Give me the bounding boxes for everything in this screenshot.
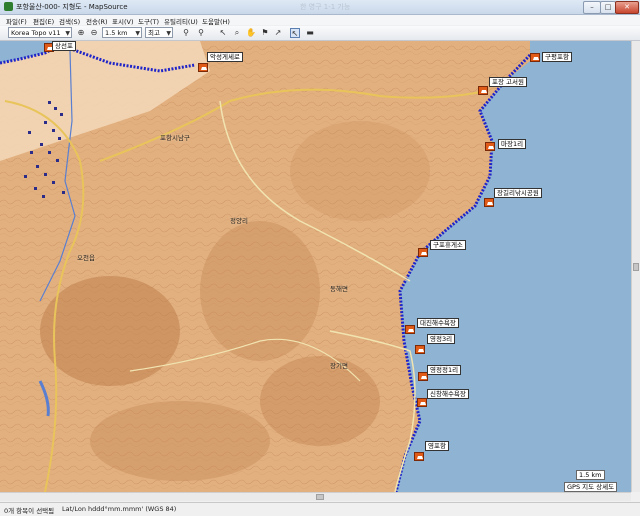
menu-edit[interactable]: 편집(E) <box>33 16 54 26</box>
waypoint-icon[interactable]: ⚑ <box>260 28 270 38</box>
menu-bar: 파일(F) 편집(E) 검색(S) 전송(R) 표시(V) 도구(T) 유틸리티… <box>0 15 640 26</box>
poi-marker[interactable] <box>484 198 494 207</box>
poi-label: 대진해수욕장 <box>417 318 459 328</box>
status-bar: 0개 항목이 선택됨 Lat/Lon hddd°mm.mmm' (WGS 84) <box>0 502 640 516</box>
poi-label: 구포휴게소 <box>430 240 466 250</box>
car-icon <box>417 456 423 459</box>
map-product-value: Korea Topo v11 <box>11 29 61 37</box>
title-bar: 포항울산-000- 지형도 - MapSource 한 영구 1-1 가능 – … <box>0 0 640 15</box>
ghost-title: 한 영구 1-1 가능 <box>300 3 351 11</box>
poi-label: 신창해수욕장 <box>427 389 469 399</box>
poi-marker[interactable] <box>198 63 208 72</box>
poi-label: 마장1리 <box>498 139 527 149</box>
menu-file[interactable]: 파일(F) <box>6 16 27 26</box>
coordinate-format: Lat/Lon hddd°mm.mmm' (WGS 84) <box>62 505 177 513</box>
menu-tools[interactable]: 도구(T) <box>138 16 159 26</box>
place-label: 장기면 <box>330 362 348 370</box>
place-label: 정양리 <box>230 217 248 225</box>
track-icon[interactable]: ▬ <box>305 28 315 38</box>
poi-label: 상선포 <box>52 41 76 51</box>
zoom-out-icon[interactable]: ⊖ <box>89 28 99 38</box>
selection-arrow-icon[interactable]: ↖ <box>290 28 300 38</box>
poi-marker[interactable] <box>417 398 427 407</box>
car-icon <box>487 202 493 205</box>
car-icon <box>201 67 207 70</box>
selection-status: 0개 항목이 선택됨 <box>4 507 55 515</box>
poi-label: 장길리낚시공원 <box>494 188 542 198</box>
chevron-down-icon: ▼ <box>135 30 140 37</box>
map-product-select[interactable]: Korea Topo v11 ▼ <box>8 27 72 38</box>
poi-label: 포장 고서원 <box>489 77 527 87</box>
poi-marker[interactable] <box>415 345 425 354</box>
app-icon <box>4 2 13 11</box>
detail-value: 최고 <box>148 29 160 37</box>
zoom-level-value: 1.5 km <box>105 29 128 37</box>
car-icon <box>481 90 487 93</box>
poi-label: 영정3리 <box>427 334 456 344</box>
place-label: 포항시남구 <box>160 134 190 142</box>
zoom-tool-icon[interactable]: ⌕ <box>232 28 242 38</box>
menu-search[interactable]: 검색(S) <box>59 16 80 26</box>
car-icon <box>408 329 414 332</box>
poi-marker[interactable] <box>485 142 495 151</box>
zoom-in-icon[interactable]: ⊕ <box>76 28 86 38</box>
menu-utilities[interactable]: 유틸리티(U) <box>164 16 198 26</box>
poi-label: 악성게세로 <box>207 52 243 62</box>
close-button[interactable]: ✕ <box>615 1 639 14</box>
chevron-down-icon: ▼ <box>65 30 70 37</box>
car-icon <box>418 349 424 352</box>
car-icon <box>488 146 494 149</box>
poi-marker[interactable] <box>478 86 488 95</box>
poi-marker[interactable] <box>418 248 428 257</box>
menu-transfer[interactable]: 전송(R) <box>86 16 108 26</box>
car-icon <box>421 252 427 255</box>
poi-marker[interactable] <box>530 53 540 62</box>
poi-label: 영포항 <box>425 441 449 451</box>
place-label: 동해면 <box>330 285 348 293</box>
poi-label: 영정정1리 <box>427 365 462 375</box>
scroll-thumb[interactable] <box>633 263 639 271</box>
car-icon <box>533 57 539 60</box>
poi-marker[interactable] <box>405 325 415 334</box>
menu-view[interactable]: 표시(V) <box>112 16 133 26</box>
hand-icon[interactable]: ✋ <box>246 28 256 38</box>
map-view[interactable] <box>0 41 631 492</box>
detail-select[interactable]: 최고 ▼ <box>145 27 173 38</box>
menu-help[interactable]: 도움말(H) <box>202 16 230 26</box>
vertical-scrollbar[interactable] <box>631 41 640 492</box>
binoculars-icon[interactable]: ⚲ <box>181 28 191 38</box>
car-icon <box>420 402 426 405</box>
toolbar: Korea Topo v11 ▼ ⊕ ⊖ 1.5 km ▼ 최고 ▼ ⚲ ⚲ ↖ ⌕ … <box>0 26 640 41</box>
scale-bar: 1.5 km <box>576 470 605 480</box>
scroll-thumb[interactable] <box>316 494 324 500</box>
map-canvas[interactable] <box>0 41 631 492</box>
binoculars-alt-icon[interactable]: ⚲ <box>196 28 206 38</box>
window-title: 포항울산-000- 지형도 - MapSource <box>16 3 128 11</box>
zoom-level-select[interactable]: 1.5 km ▼ <box>102 27 142 38</box>
poi-marker[interactable] <box>414 452 424 461</box>
select-icon[interactable]: ↖ <box>218 28 228 38</box>
map-detail-label: GPS 지도 상세도 <box>564 482 618 492</box>
place-label: 오천읍 <box>77 254 95 262</box>
route-icon[interactable]: ↗ <box>273 28 283 38</box>
horizontal-scrollbar[interactable] <box>0 492 631 501</box>
minimize-button[interactable]: – <box>583 1 601 14</box>
maximize-button[interactable]: □ <box>600 1 616 14</box>
chevron-down-icon: ▼ <box>166 30 171 37</box>
poi-label: 구평포항 <box>542 52 572 62</box>
